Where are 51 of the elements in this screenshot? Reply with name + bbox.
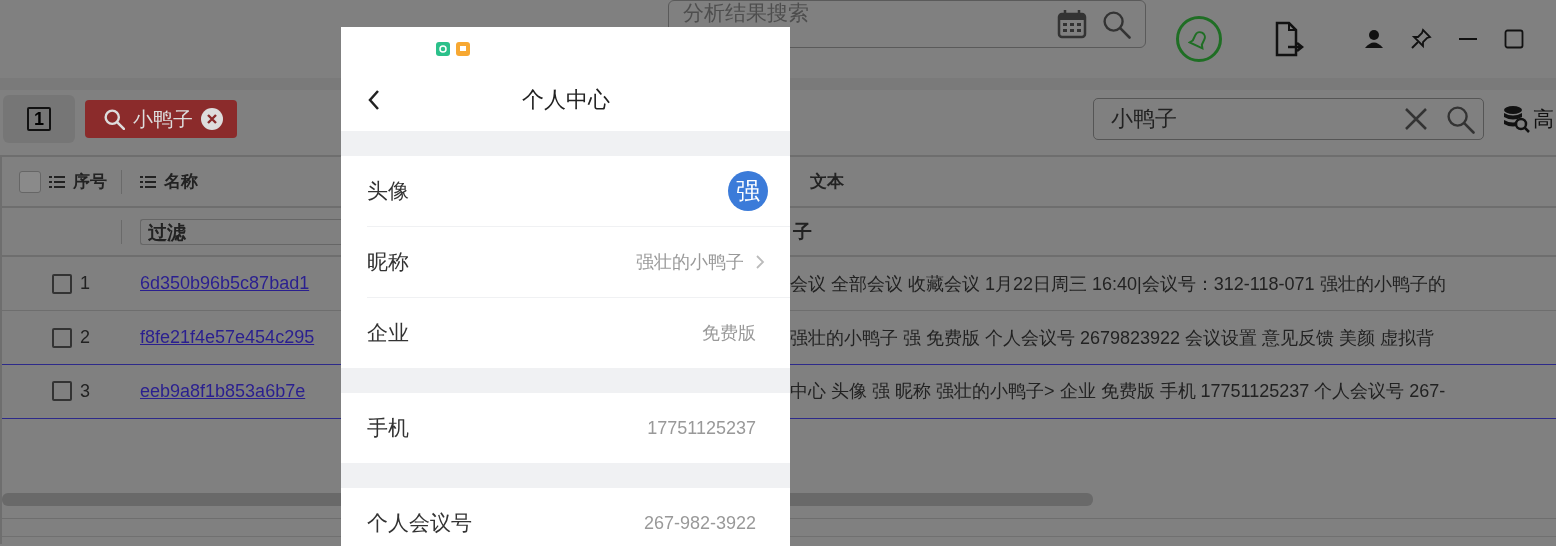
app-icon [456, 42, 470, 56]
column-header[interactable]: 名称 [164, 170, 198, 193]
settings-row[interactable]: 昵称 强壮的小鸭子 [367, 227, 790, 298]
back-icon[interactable] [367, 89, 381, 111]
file-link[interactable]: f8fe21f4e57e454c295 [140, 327, 315, 347]
list-icon [140, 174, 156, 189]
settings-row[interactable]: 头像 强 [367, 156, 790, 227]
item-label: 个人会议号 [367, 510, 472, 536]
checkbox[interactable] [52, 273, 72, 294]
search-icon [1101, 9, 1131, 39]
filter-chip[interactable]: 小鸭子 [85, 100, 237, 138]
checkbox[interactable] [52, 381, 72, 401]
file-link[interactable]: eeb9a8f1b853a6b7e [140, 380, 306, 401]
avatar: 强 [728, 171, 768, 211]
item-value: 17751125237 [647, 417, 756, 439]
item-value: 强壮的小鸭子 [636, 251, 744, 274]
row-number: 3 [80, 380, 90, 402]
table-cell: 中心 头像 强 昵称 强壮的小鸭子> 企业 免费版 手机 17751125237 个人会议号 267- [790, 381, 1446, 401]
item-value: 免费版 [702, 322, 756, 345]
database-search-icon [1502, 105, 1530, 133]
clear-icon[interactable] [1403, 106, 1429, 132]
table-cell: 强壮的小鸭子 强 免费版 个人会议号 2679823922 会议设置 意见反馈 美颜 虚拟背 [790, 327, 1435, 348]
item-label: 企业 [367, 320, 409, 346]
checkbox[interactable] [52, 327, 72, 348]
file-export-icon[interactable] [1274, 21, 1304, 57]
item-value: 267-982-3922 [643, 512, 756, 534]
close-icon[interactable] [201, 108, 223, 130]
chevron-right-icon [754, 253, 766, 271]
select-all-checkbox[interactable] [19, 170, 41, 193]
maximize-icon[interactable] [1504, 29, 1524, 49]
calendar-icon [1057, 9, 1087, 39]
page-button[interactable]: 1 [3, 95, 75, 143]
table-cell: 会议 全部会议 收藏会议 1月22日周三 16:40|会议号：312-118-071 强壮的小鸭子的 [790, 273, 1446, 294]
filter-field[interactable]: 子 [793, 220, 812, 242]
column-header[interactable]: 文本 [810, 172, 844, 191]
search-field[interactable]: 小鸭子 [1093, 98, 1484, 140]
file-link[interactable]: 6d350b96b5c87bad1 [140, 273, 310, 293]
advanced-search-button[interactable]: 高 [1502, 105, 1554, 133]
column-header[interactable]: 序号 [73, 170, 107, 193]
app-icon [436, 42, 450, 56]
search-icon [103, 108, 125, 130]
search-icon [1445, 104, 1475, 134]
item-label: 头像 [367, 178, 409, 204]
user-icon[interactable] [1364, 29, 1384, 49]
row-number: 1 [80, 273, 90, 294]
pin-icon[interactable] [1410, 28, 1432, 50]
row-number: 2 [80, 327, 90, 348]
page-title: 个人中心 [521, 86, 610, 114]
item-label: 昵称 [367, 249, 409, 275]
list-icon [49, 174, 65, 189]
settings-row[interactable]: 个人会议号 267-982-3922 [367, 488, 790, 546]
